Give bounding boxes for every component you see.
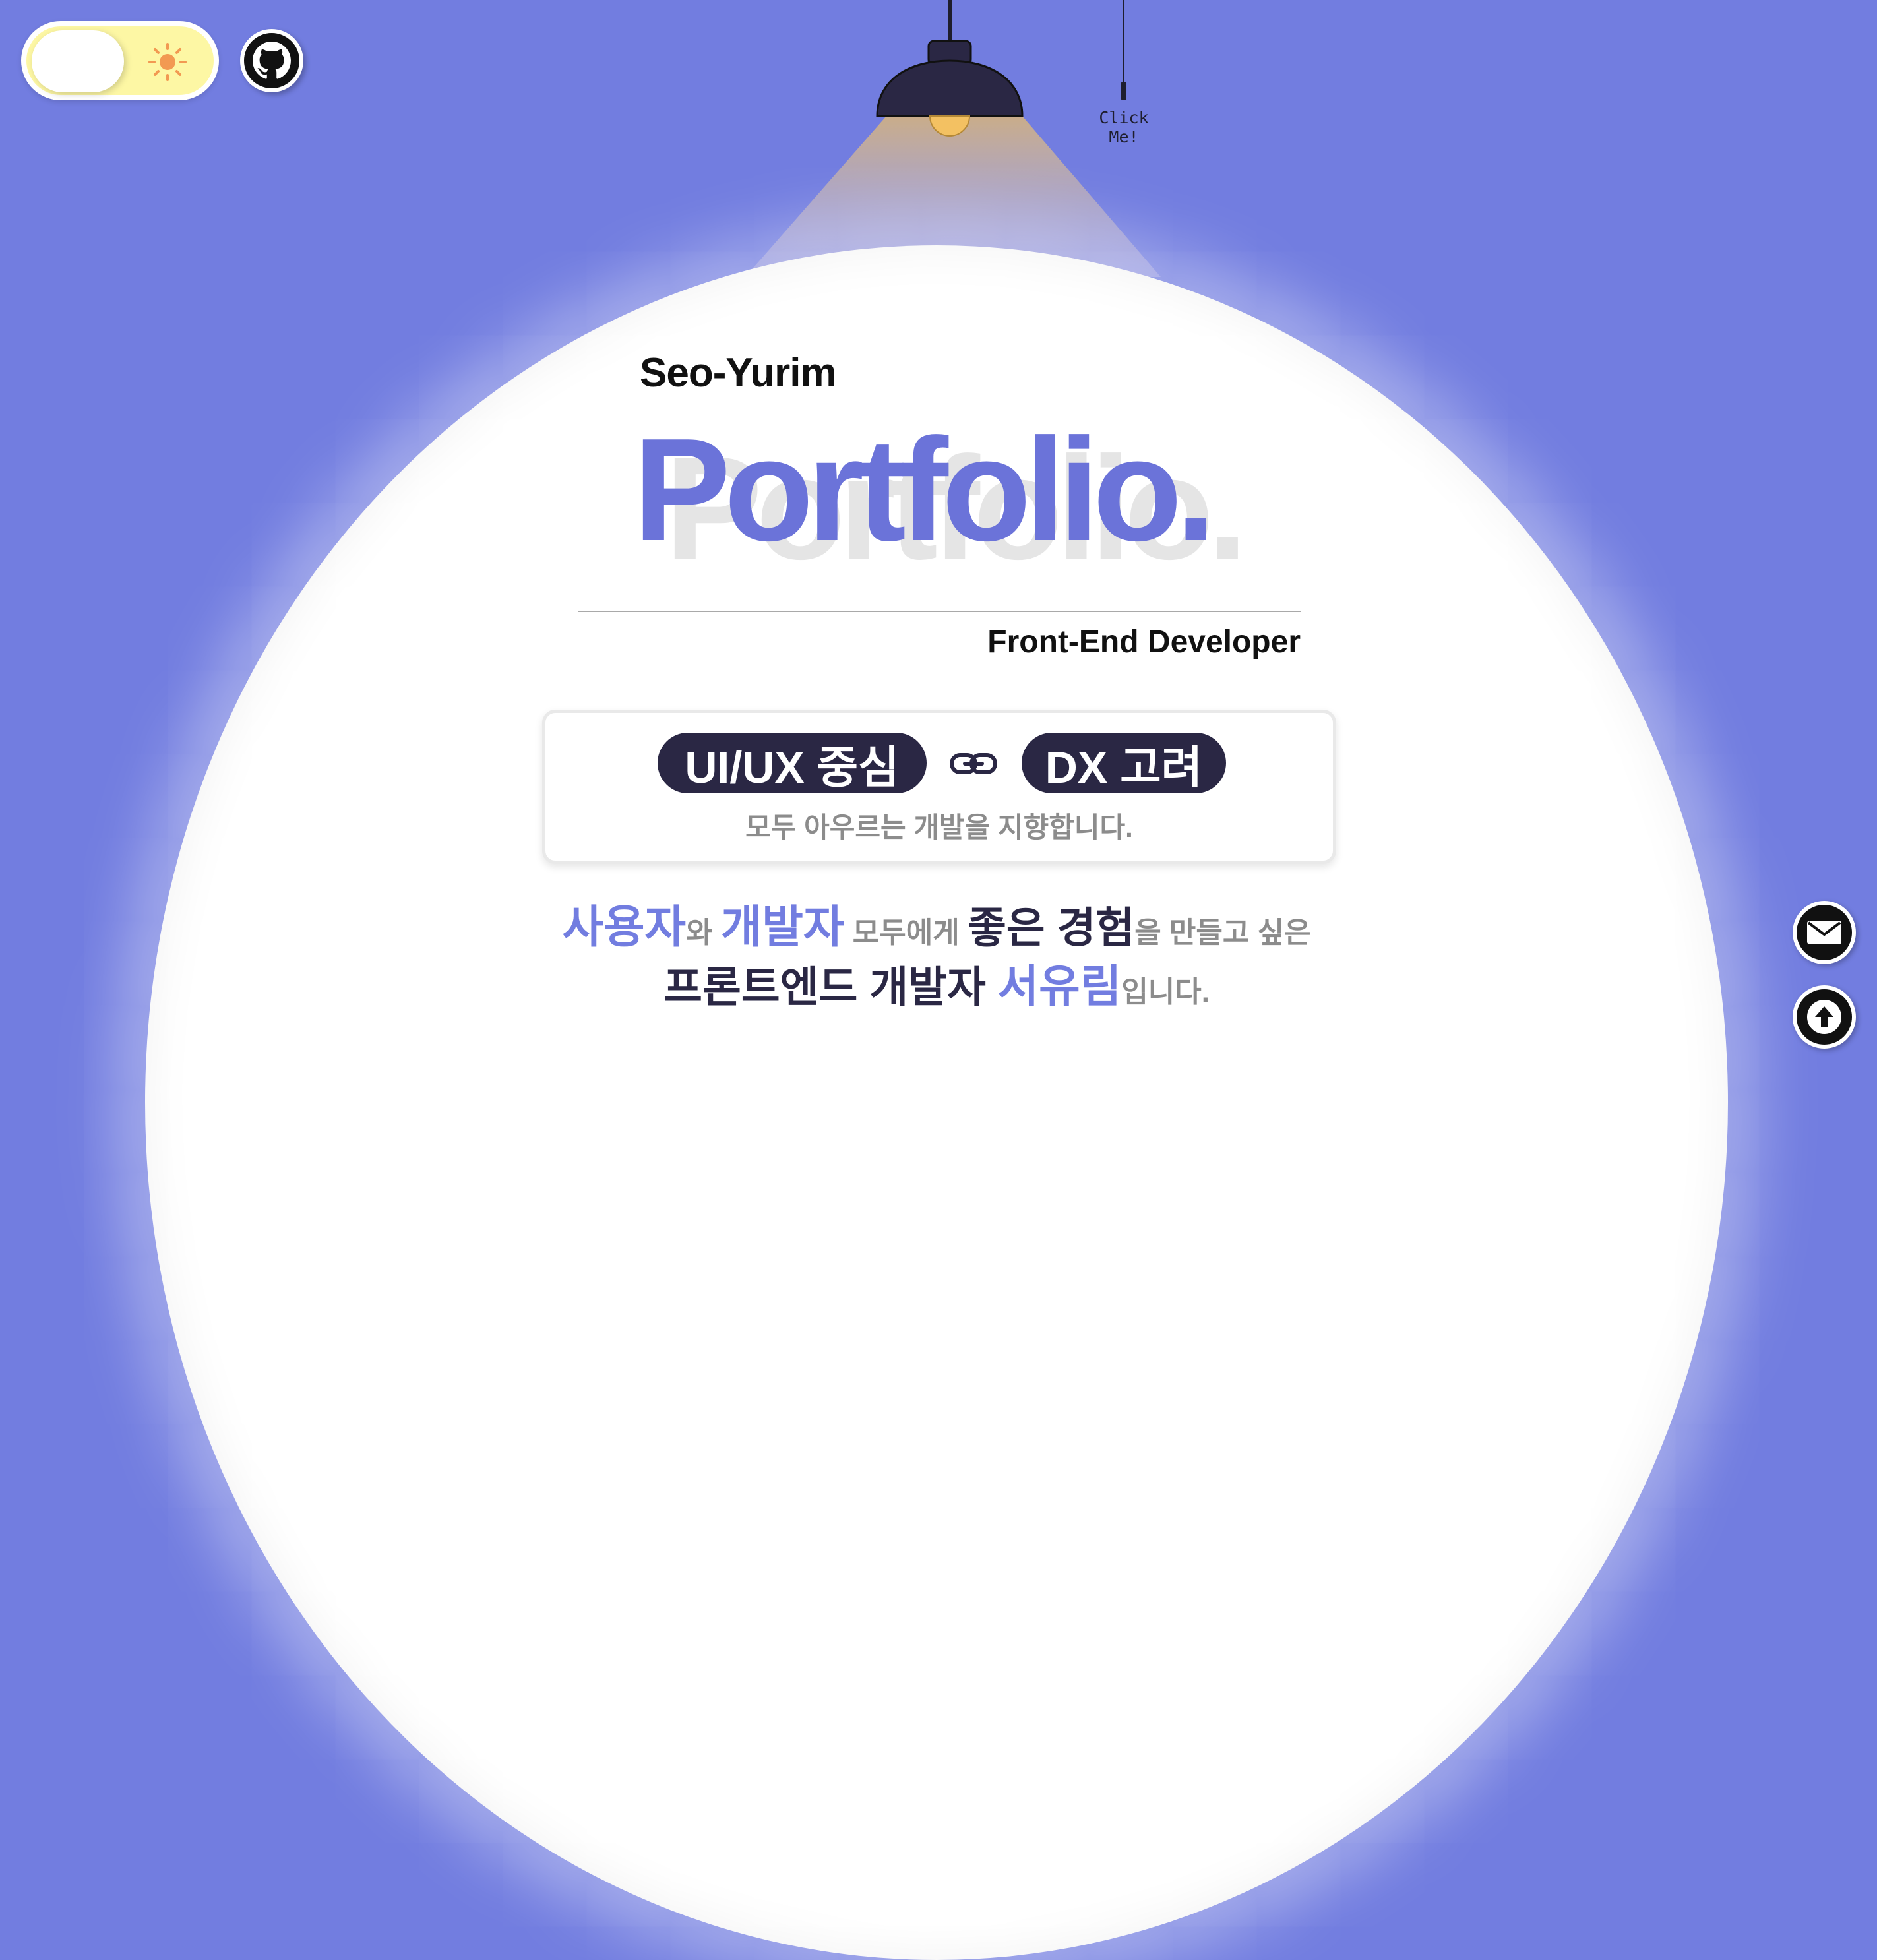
- intro-segment: 서유림: [997, 962, 1122, 1012]
- click-me-hint: Click Me!: [1099, 108, 1149, 146]
- intro-segment: 개발자: [720, 902, 845, 952]
- card-subtitle: 모두 아우르는 개발을 지향합니다.: [745, 812, 1133, 843]
- intro-segment: 좋은 경험: [967, 904, 1135, 952]
- mail-button[interactable]: [1793, 901, 1856, 964]
- intro-segment: 와: [686, 917, 721, 949]
- intro-segment: 입니다.: [1121, 976, 1210, 1008]
- mail-icon: [1807, 921, 1841, 944]
- scroll-top-button[interactable]: [1793, 985, 1856, 1049]
- link-icon: [950, 753, 997, 774]
- author-name: Seo-Yurim: [640, 350, 837, 396]
- divider: [578, 611, 1301, 612]
- toggle-knob[interactable]: [32, 30, 124, 92]
- github-button[interactable]: [240, 29, 303, 92]
- ceiling-lamp[interactable]: [871, 0, 1029, 138]
- arrow-up-icon: [1807, 1000, 1841, 1034]
- theme-toggle[interactable]: [21, 21, 219, 100]
- intro-line-1: 사용자와 개발자 모두에게 좋은 경험을 만들고 싶은: [462, 890, 1411, 956]
- intro-line-2: 프론트엔드 개발자 서유림입니다.: [462, 950, 1411, 1015]
- sun-icon: [148, 43, 187, 81]
- role-text: Front-End Developer: [987, 625, 1301, 659]
- pill-uiux: UI/UX 중심: [658, 733, 927, 793]
- intro-segment: 모두에게: [844, 917, 968, 949]
- focus-card: UI/UX 중심 DX 고려 모두 아우르는 개발을 지향합니다.: [542, 710, 1336, 864]
- intro-segment: 프론트엔드 개발자: [663, 964, 998, 1011]
- pill-dx: DX 고려: [1022, 733, 1226, 793]
- pull-cord[interactable]: [1121, 0, 1126, 103]
- intro-segment: 사용자: [562, 902, 687, 952]
- github-icon: [253, 42, 291, 79]
- page-title: Portfolio.: [633, 408, 1216, 572]
- intro-segment: 을 만들고 싶은: [1134, 917, 1311, 949]
